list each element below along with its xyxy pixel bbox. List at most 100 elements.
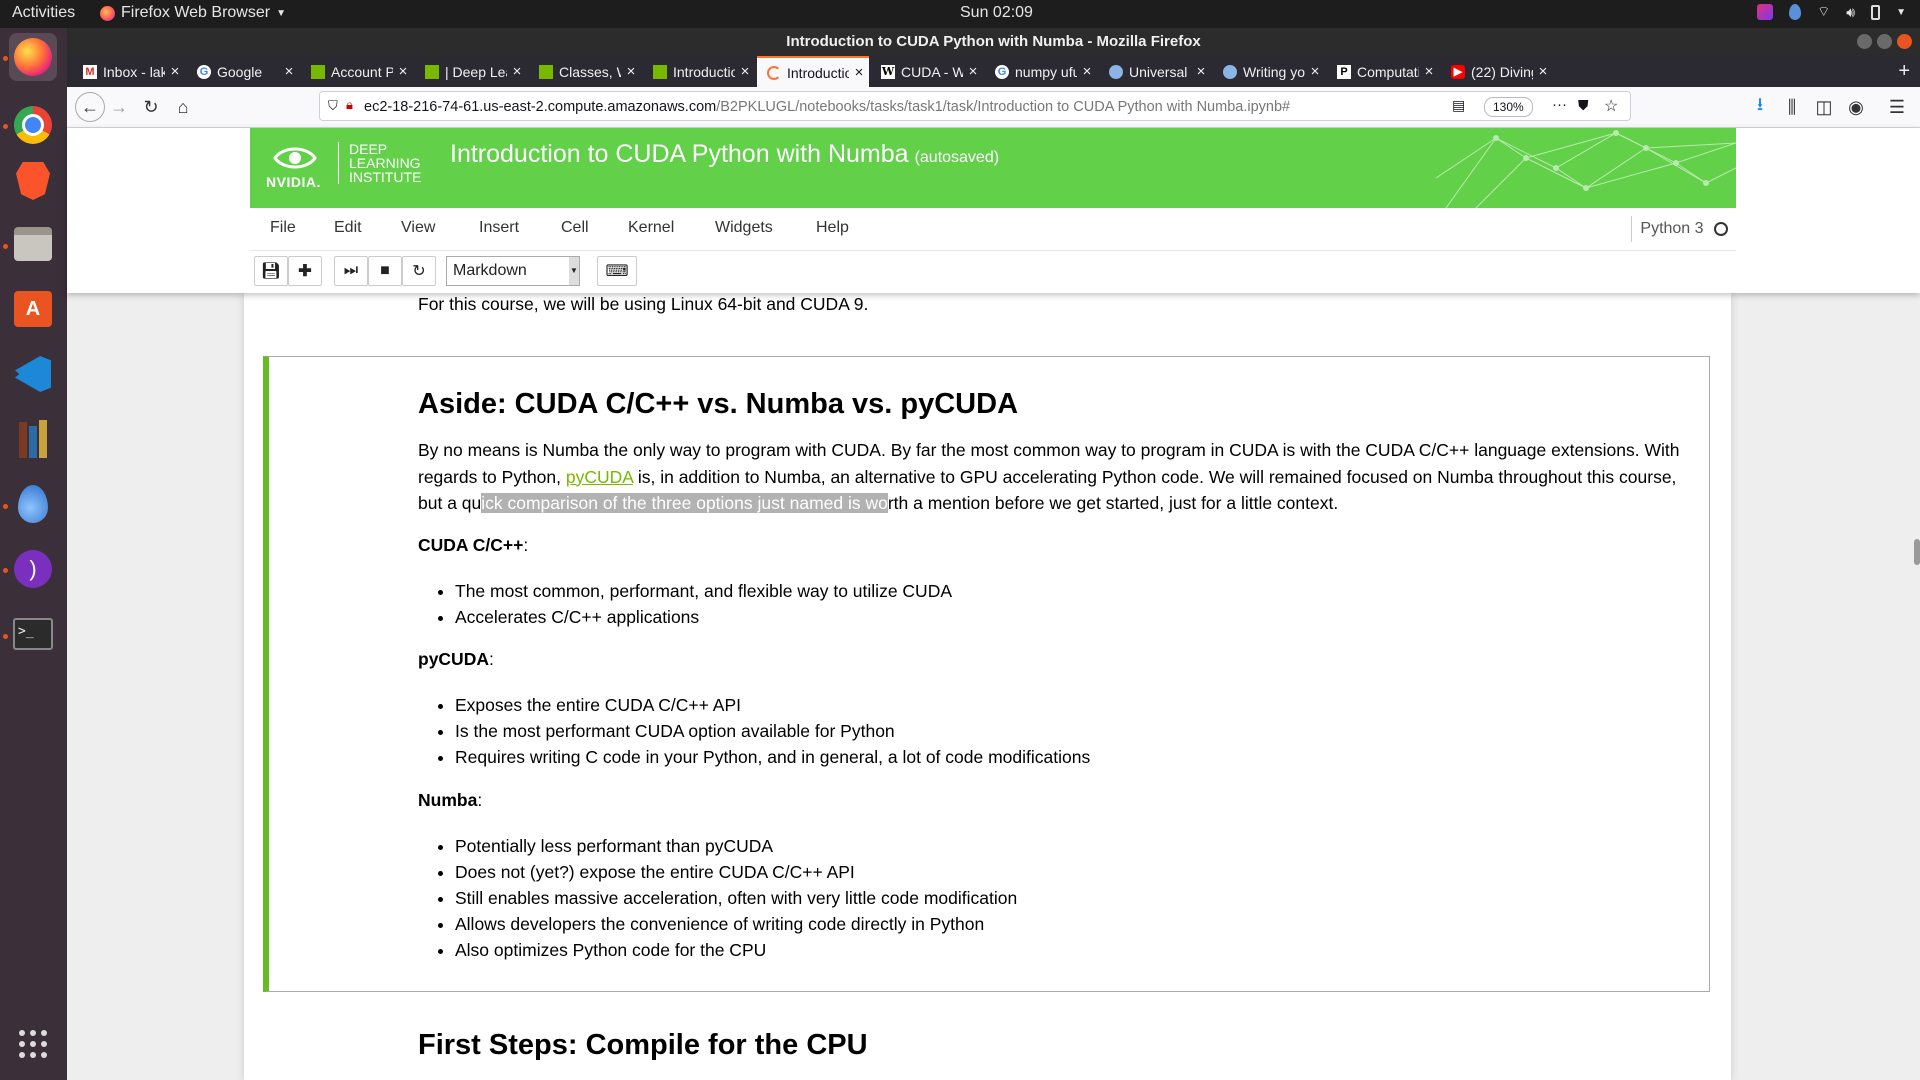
- tab-item[interactable]: W CUDA - Wiki×: [871, 56, 983, 87]
- cell-type-select[interactable]: Markdown ▼: [446, 256, 580, 286]
- menu-help[interactable]: Help: [816, 219, 849, 237]
- activities-button[interactable]: Activities: [12, 4, 75, 22]
- system-tray[interactable]: ⌔ 🔊︎ ▼: [1757, 3, 1906, 21]
- app-menu[interactable]: Firefox Web Browser ▼: [100, 4, 286, 22]
- page-scrollbar[interactable]: [1914, 539, 1920, 565]
- dock-files-icon[interactable]: [9, 220, 57, 268]
- hamburger-menu-icon[interactable]: ☰: [1885, 95, 1909, 119]
- pycuda-link[interactable]: pyCUDA: [566, 467, 633, 487]
- tab-item[interactable]: Gnumpy ufun×: [985, 56, 1097, 87]
- dock-software-icon[interactable]: A: [9, 285, 57, 333]
- app-indicator-icon[interactable]: [1757, 4, 1774, 20]
- notebook-container[interactable]: For this course, we will be using Linux …: [244, 293, 1731, 1080]
- library-icon[interactable]: ⫼: [1780, 95, 1804, 119]
- tab-item[interactable]: Universal fu×: [1099, 56, 1211, 87]
- dock-terminal-icon[interactable]: >_: [9, 610, 57, 658]
- system-menu-icon[interactable]: ▼: [1896, 7, 1906, 18]
- forward-button[interactable]: →: [107, 95, 131, 119]
- window-title-bar[interactable]: Introduction to CUDA Python with Numba -…: [67, 28, 1920, 56]
- close-tab-icon[interactable]: ×: [963, 63, 983, 80]
- reload-button[interactable]: ↻: [139, 95, 163, 119]
- close-tab-icon[interactable]: ×: [1533, 63, 1553, 80]
- account-icon[interactable]: ◉: [1844, 95, 1868, 119]
- gnome-top-bar: Activities Firefox Web Browser ▼ Sun 02:…: [0, 0, 1920, 28]
- minimize-button[interactable]: [1857, 34, 1872, 49]
- close-tab-icon[interactable]: ×: [393, 63, 413, 80]
- show-applications-icon[interactable]: [9, 1020, 57, 1068]
- tab-strip: MInbox - laks×GGoogle×Account Pr×| Deep …: [67, 56, 1920, 87]
- dock-firefox-icon[interactable]: [9, 33, 57, 81]
- reader-view-icon[interactable]: ▤: [1452, 97, 1465, 114]
- back-button[interactable]: ←: [75, 92, 105, 122]
- interrupt-kernel-icon[interactable]: ■: [368, 256, 402, 286]
- ubuntu-dock: A ) >_: [0, 28, 67, 1080]
- tab-item[interactable]: Writing you×: [1213, 56, 1325, 87]
- wikipedia-icon: W: [881, 64, 895, 79]
- address-bar[interactable]: ⛉ 🔒︎ ec2-18-216-74-61.us-east-2.compute.…: [319, 91, 1631, 121]
- sidebar-icon[interactable]: ◫: [1812, 95, 1836, 119]
- maximize-button[interactable]: [1877, 34, 1892, 49]
- tab-label: CUDA - Wiki: [901, 63, 963, 80]
- tab-item[interactable]: Introductio ×: [643, 56, 755, 87]
- dock-chrome-icon[interactable]: [9, 101, 57, 149]
- menu-edit[interactable]: Edit: [334, 219, 362, 237]
- tab-item[interactable]: Account Pr ×: [301, 56, 413, 87]
- close-tab-icon[interactable]: ×: [1305, 63, 1325, 80]
- keyboard-shortcuts-icon[interactable]: ⌨: [597, 256, 637, 286]
- save-icon[interactable]: 💾︎: [254, 256, 288, 286]
- dock-bluefish-icon[interactable]: [9, 480, 57, 528]
- dropbox-icon[interactable]: [1789, 4, 1802, 20]
- tab-item[interactable]: ▶ (22) Diving ×: [1441, 56, 1553, 87]
- close-tab-icon[interactable]: ×: [1077, 63, 1097, 80]
- menu-file[interactable]: File: [270, 219, 296, 237]
- page-actions-icon[interactable]: ···: [1552, 96, 1567, 113]
- shield-icon[interactable]: ⛉: [328, 98, 338, 114]
- dock-calibre-icon[interactable]: [9, 415, 57, 463]
- restart-kernel-icon[interactable]: ↻: [402, 256, 436, 286]
- close-tab-icon[interactable]: ×: [1191, 63, 1211, 80]
- run-cell-icon[interactable]: ⏭︎: [334, 256, 368, 286]
- bookmark-star-icon[interactable]: ☆: [1604, 96, 1618, 116]
- url-text[interactable]: ec2-18-216-74-61.us-east-2.compute.amazo…: [364, 99, 1290, 115]
- new-tab-button[interactable]: +: [1898, 60, 1910, 83]
- close-tab-icon[interactable]: ×: [1419, 63, 1439, 80]
- dock-podcast-icon[interactable]: ): [9, 545, 57, 593]
- dock-brave-icon[interactable]: [9, 157, 57, 205]
- insecure-lock-icon[interactable]: 🔒︎: [346, 97, 353, 113]
- close-tab-icon[interactable]: ×: [165, 63, 185, 80]
- volume-icon[interactable]: 🔊︎: [1846, 4, 1855, 21]
- menu-insert[interactable]: Insert: [479, 219, 519, 237]
- pocket-icon[interactable]: ⛊: [1578, 97, 1589, 114]
- tab-label: Google: [217, 63, 263, 80]
- close-tab-icon[interactable]: ×: [621, 63, 641, 80]
- add-cell-icon[interactable]: ✚: [288, 256, 322, 286]
- close-tab-icon[interactable]: ×: [507, 63, 527, 80]
- menu-view[interactable]: View: [401, 219, 435, 237]
- close-tab-icon[interactable]: ×: [849, 64, 869, 81]
- close-tab-icon[interactable]: ×: [279, 63, 299, 80]
- wifi-icon[interactable]: ⌔: [1817, 3, 1830, 21]
- menu-cell[interactable]: Cell: [561, 219, 589, 237]
- downloads-icon[interactable]: ⭳: [1748, 94, 1772, 119]
- zoom-indicator[interactable]: 130%: [1484, 97, 1533, 117]
- notebook-title[interactable]: Introduction to CUDA Python with Numba (a…: [450, 140, 999, 169]
- tab-label: Introductio: [787, 64, 849, 81]
- selected-text[interactable]: ick comparison of the three options just…: [481, 493, 888, 513]
- tab-item[interactable]: Introductio ×: [757, 56, 869, 87]
- dock-vscode-icon[interactable]: [9, 350, 57, 398]
- tab-item[interactable]: | Deep Lear×: [415, 56, 527, 87]
- tab-item[interactable]: M Inbox - laks×: [73, 56, 185, 87]
- close-window-button[interactable]: [1897, 34, 1912, 49]
- notebook-toolbar: 💾︎ ✚ ⏭︎ ■ ↻ Markdown ▼ ⌨: [250, 252, 1736, 290]
- menu-kernel[interactable]: Kernel: [628, 219, 674, 237]
- tab-item[interactable]: G Google ×: [187, 56, 299, 87]
- home-button[interactable]: ⌂: [171, 95, 195, 119]
- markdown-cell-selected[interactable]: Aside: CUDA C/C++ vs. Numba vs. pyCUDA B…: [263, 356, 1710, 992]
- clock[interactable]: Sun 02:09: [960, 4, 1033, 22]
- tab-item[interactable]: P Computatio×: [1327, 56, 1439, 87]
- tab-item[interactable]: Classes, Wo×: [529, 56, 641, 87]
- close-tab-icon[interactable]: ×: [735, 63, 755, 80]
- battery-icon[interactable]: [1871, 4, 1881, 20]
- menu-widgets[interactable]: Widgets: [715, 219, 773, 237]
- kernel-indicator[interactable]: Python 3: [1631, 216, 1728, 242]
